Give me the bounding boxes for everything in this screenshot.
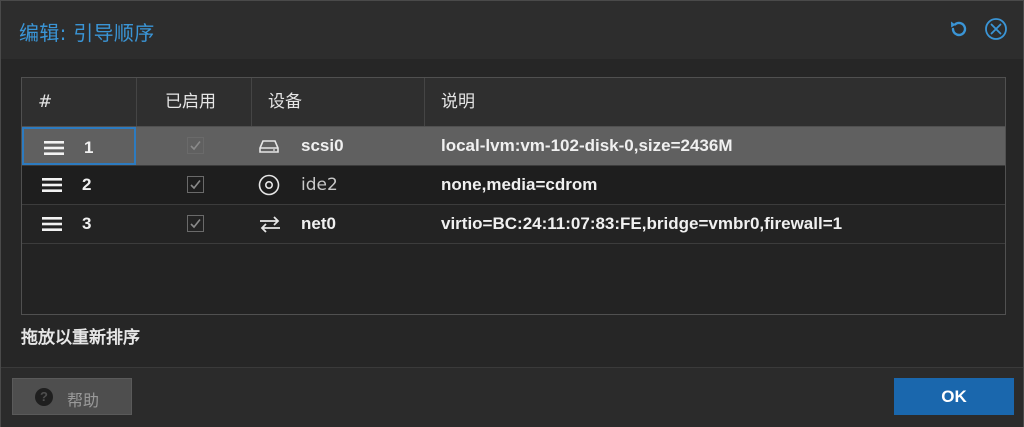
column-header-device[interactable]: 设备	[252, 78, 425, 126]
row-number: 2	[82, 175, 92, 194]
dialog-header: 编辑: 引导顺序	[1, 1, 1023, 59]
drag-handle-icon[interactable]	[42, 178, 62, 192]
device-description: virtio=BC:24:11:07:83:FE,bridge=vmbr0,fi…	[441, 214, 843, 233]
table-row[interactable]: 3 net0 virtio=BC:24:11:07:83:FE,bridge=v…	[22, 205, 1005, 244]
cdrom-icon	[258, 174, 280, 196]
column-header-number[interactable]: #	[22, 78, 137, 126]
dialog-title: 编辑: 引导顺序	[19, 21, 155, 45]
boot-order-dialog: 编辑: 引导顺序 # 已启用 设备 说明 1 scsi0 local-lvm:v…	[0, 0, 1024, 427]
ok-button[interactable]: OK	[894, 378, 1014, 415]
dialog-footer: ? 帮助 OK	[1, 367, 1023, 427]
row-number-cell: 3	[22, 205, 136, 243]
column-header-description[interactable]: 说明	[425, 78, 1005, 126]
device-description: none,media=cdrom	[441, 175, 598, 194]
row-number-cell: 1	[22, 127, 136, 165]
dialog-body: # 已启用 设备 说明 1 scsi0 local-lvm:vm-102-dis…	[1, 59, 1023, 367]
row-number: 3	[82, 214, 92, 233]
grid-header: # 已启用 设备 说明	[22, 78, 1005, 127]
device-name: scsi0	[301, 136, 344, 155]
question-circle-icon: ?	[35, 388, 53, 406]
help-button[interactable]: ? 帮助	[12, 378, 132, 415]
table-row[interactable]: 1 scsi0 local-lvm:vm-102-disk-0,size=243…	[22, 127, 1005, 166]
drag-handle-icon[interactable]	[44, 141, 64, 155]
hard-disk-icon	[258, 136, 280, 156]
enabled-checkbox[interactable]	[187, 215, 204, 232]
device-description: local-lvm:vm-102-disk-0,size=2436M	[441, 136, 733, 155]
enabled-checkbox[interactable]	[187, 176, 204, 193]
device-name: net0	[301, 214, 336, 233]
device-name: ide2	[301, 175, 338, 195]
close-icon[interactable]	[984, 17, 1008, 41]
drag-handle-icon[interactable]	[42, 217, 62, 231]
row-number: 1	[84, 138, 94, 157]
table-row[interactable]: 2 ide2 none,media=cdrom	[22, 166, 1005, 205]
row-number-cell: 2	[22, 166, 136, 204]
network-exchange-icon	[258, 214, 280, 234]
drag-hint: 拖放以重新排序	[21, 328, 140, 348]
refresh-icon[interactable]	[947, 17, 971, 41]
help-button-label: 帮助	[67, 391, 100, 410]
enabled-checkbox[interactable]	[187, 137, 204, 154]
boot-order-grid: # 已启用 设备 说明 1 scsi0 local-lvm:vm-102-dis…	[21, 77, 1006, 315]
column-header-enabled[interactable]: 已启用	[137, 78, 252, 126]
